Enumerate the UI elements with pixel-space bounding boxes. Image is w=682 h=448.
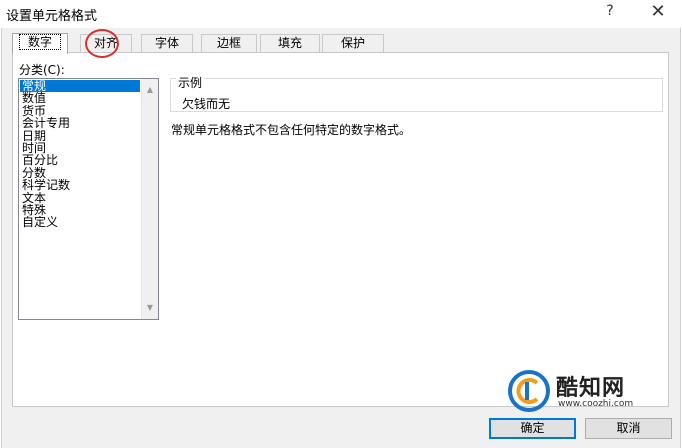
watermark: 酷知网 www.coozhi.com (508, 368, 658, 418)
watermark-logo-icon (508, 370, 550, 412)
scroll-up-arrow-icon[interactable]: ▲ (142, 82, 158, 98)
watermark-url: www.coozhi.com (558, 399, 634, 409)
tab-fill[interactable]: 填充 (260, 34, 320, 52)
tab-alignment-label: 对齐 (93, 36, 118, 50)
list-item-fraction[interactable]: 分数 (20, 167, 140, 179)
sample-group-box (170, 78, 663, 112)
help-button[interactable]: ? (600, 3, 620, 23)
tab-protection[interactable]: 保护 (322, 34, 384, 52)
watermark-name: 酷知网 (556, 376, 626, 401)
list-item-general[interactable]: 常规 (20, 80, 140, 93)
tab-number-label: 数字 (18, 34, 61, 50)
format-description: 常规单元格格式不包含任何特定的数字格式。 (171, 123, 412, 137)
category-listbox[interactable]: 常规 数值 货币 会计专用 日期 时间 百分比 分数 科学记数 文本 特殊 自定… (18, 78, 159, 320)
list-item-number[interactable]: 数值 (20, 92, 140, 104)
dialog-title: 设置单元格格式 (6, 9, 98, 24)
tab-border[interactable]: 边框 (201, 34, 257, 52)
list-item-accounting[interactable]: 会计专用 (20, 117, 140, 129)
category-label: 分类(C): (19, 63, 65, 77)
sample-title: 示例 (176, 76, 205, 90)
cancel-button[interactable]: 取消 (585, 418, 672, 439)
tab-fill-label: 填充 (277, 36, 302, 50)
list-item-date[interactable]: 日期 (20, 130, 140, 142)
tab-number[interactable]: 数字 (12, 33, 68, 54)
list-item-scientific[interactable]: 科学记数 (20, 179, 140, 191)
scroll-down-arrow-icon[interactable]: ▼ (142, 300, 158, 316)
sample-value: 欠钱而无 (182, 97, 231, 111)
title-bar: 设置单元格格式 ? ✕ (0, 0, 682, 28)
category-list: 常规 数值 货币 会计专用 日期 时间 百分比 分数 科学记数 文本 特殊 自定… (20, 80, 140, 229)
ok-button[interactable]: 确定 (489, 418, 576, 439)
tab-protection-label: 保护 (340, 36, 365, 50)
list-item-percentage[interactable]: 百分比 (20, 154, 140, 166)
list-item-text[interactable]: 文本 (20, 192, 140, 204)
list-item-special[interactable]: 特殊 (20, 204, 140, 216)
list-item-time[interactable]: 时间 (20, 142, 140, 154)
close-button[interactable]: ✕ (646, 1, 670, 25)
tab-border-label: 边框 (216, 36, 241, 50)
list-item-custom[interactable]: 自定义 (20, 216, 140, 228)
list-item-currency[interactable]: 货币 (20, 105, 140, 117)
listbox-scrollbar[interactable]: ▲ ▼ (141, 79, 158, 319)
tab-font-label: 字体 (154, 36, 179, 50)
tab-alignment[interactable]: 对齐 (80, 34, 132, 52)
tab-font[interactable]: 字体 (141, 34, 193, 52)
